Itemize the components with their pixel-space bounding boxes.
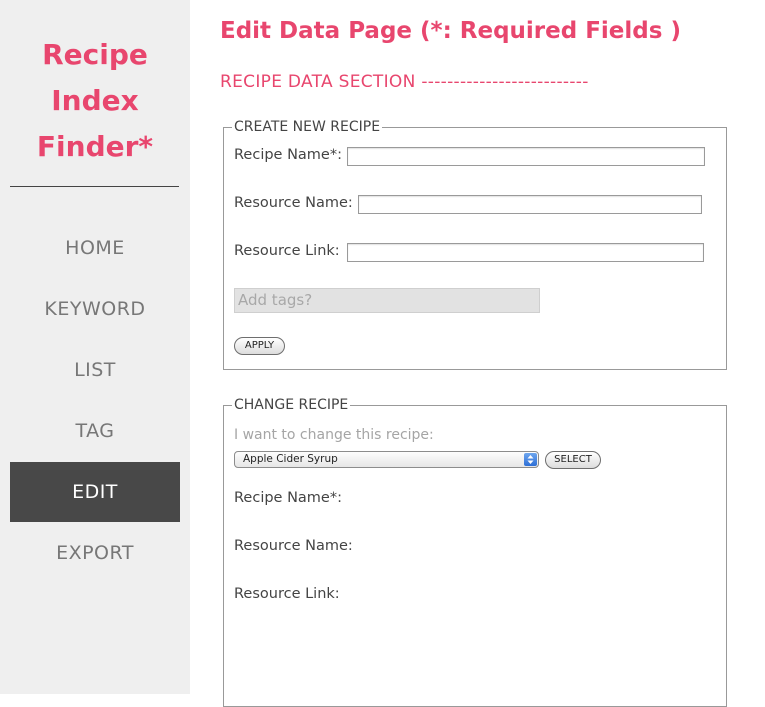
- select-arrows-icon: [524, 453, 537, 466]
- change-recipe-legend: CHANGE RECIPE: [234, 397, 349, 413]
- apply-button[interactable]: APPLY: [234, 337, 285, 355]
- change-resource-name-label: Resource Name:: [234, 538, 353, 554]
- recipe-name-label: Recipe Name*:: [234, 147, 342, 163]
- nav-item-list[interactable]: LIST: [10, 340, 180, 400]
- brand-line-2: Index: [51, 84, 139, 117]
- brand-line-1: Recipe: [42, 38, 148, 71]
- resource-link-label: Resource Link:: [234, 243, 340, 259]
- brand-line-3: Finder*: [36, 130, 154, 163]
- recipe-name-input[interactable]: [347, 147, 705, 166]
- nav-item-home[interactable]: HOME: [10, 218, 180, 278]
- nav-item-keyword[interactable]: KEYWORD: [10, 279, 180, 339]
- change-recipe-name-label: Recipe Name*:: [234, 490, 342, 506]
- brand-divider: [10, 186, 179, 187]
- section-title: RECIPE DATA SECTION --------------------…: [220, 72, 589, 92]
- create-recipe-legend: CREATE NEW RECIPE: [234, 119, 381, 135]
- nav-item-export[interactable]: EXPORT: [10, 523, 180, 583]
- app-logo[interactable]: Recipe Index Finder*: [0, 32, 190, 170]
- sidebar: Recipe Index Finder* HOME KEYWORD LIST T…: [0, 0, 190, 694]
- change-resource-link-label: Resource Link:: [234, 586, 340, 602]
- recipe-select-value: Apple Cider Syrup: [243, 453, 338, 465]
- change-recipe-prompt: I want to change this recipe:: [234, 427, 434, 443]
- page-title: Edit Data Page (*: Required Fields ): [220, 18, 681, 44]
- add-tags-input[interactable]: Add tags?: [234, 288, 540, 313]
- recipe-select[interactable]: Apple Cider Syrup: [234, 451, 539, 468]
- nav-item-edit[interactable]: EDIT: [10, 462, 180, 522]
- resource-name-label: Resource Name:: [234, 195, 353, 211]
- select-button[interactable]: SELECT: [545, 451, 601, 469]
- resource-link-input[interactable]: [347, 243, 704, 262]
- nav-item-tag[interactable]: TAG: [10, 401, 180, 461]
- resource-name-input[interactable]: [358, 195, 702, 214]
